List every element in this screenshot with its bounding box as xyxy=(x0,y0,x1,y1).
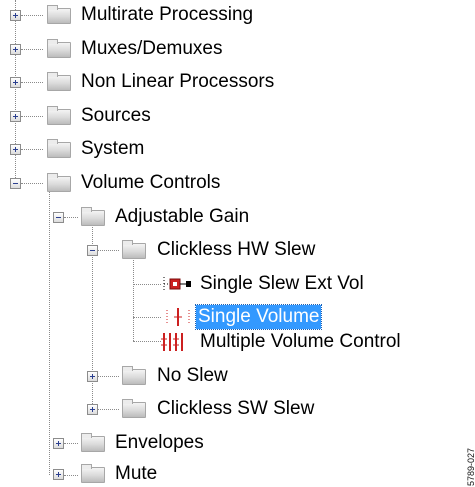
folder-icon xyxy=(47,139,71,158)
expand-plus-icon[interactable] xyxy=(10,44,21,55)
tree-node-muxes-demuxes[interactable]: Muxes/Demuxes xyxy=(0,34,475,64)
tree-node-clickless-hw-slew[interactable]: Clickless HW Slew xyxy=(0,235,475,265)
tree-node-label: Mute xyxy=(115,463,158,484)
tree-node-mute[interactable]: Mute xyxy=(0,457,475,487)
folder-icon xyxy=(81,433,105,452)
tree-node-non-linear-processors[interactable]: Non Linear Processors xyxy=(0,67,475,97)
tree-node-label: Clickless SW Slew xyxy=(157,398,315,419)
tree-node-label: Volume Controls xyxy=(81,172,221,193)
tree-node-sources[interactable]: Sources xyxy=(0,101,475,131)
folder-icon xyxy=(122,399,146,418)
tree-node-no-slew[interactable]: No Slew xyxy=(0,361,475,391)
figure-id-label: 5789-027 xyxy=(466,447,475,486)
tree-node-clickless-sw-slew[interactable]: Clickless SW Slew xyxy=(0,394,475,424)
tree-leaf-multiple-volume-control[interactable]: Multiple Volume Control xyxy=(0,327,475,357)
collapse-minus-icon[interactable] xyxy=(53,212,64,223)
tree-node-label: Envelopes xyxy=(115,432,204,453)
tree-node-label: System xyxy=(81,138,145,159)
collapse-minus-icon[interactable] xyxy=(87,245,98,256)
folder-icon xyxy=(47,5,71,24)
tree-node-label: Multiple Volume Control xyxy=(200,331,401,352)
tree-node-label: Clickless HW Slew xyxy=(157,239,316,260)
folder-icon xyxy=(81,207,105,226)
expand-plus-icon[interactable] xyxy=(53,438,64,449)
folder-icon xyxy=(122,366,146,385)
tree-leaf-single-slew-ext-vol[interactable]: Single Slew Ext Vol xyxy=(0,269,475,299)
multiple-volume-block-icon xyxy=(161,333,185,351)
tree-node-label: Single Slew Ext Vol xyxy=(200,273,364,294)
tree-node-envelopes[interactable]: Envelopes xyxy=(0,428,475,458)
tree-node-label: Adjustable Gain xyxy=(115,206,250,227)
folder-icon xyxy=(47,39,71,58)
expand-plus-icon[interactable] xyxy=(87,404,98,415)
tree-node-multirate-processing[interactable]: Multirate Processing xyxy=(0,0,475,30)
tree-node-label-selected: Single Volume xyxy=(194,304,323,330)
expand-plus-icon[interactable] xyxy=(10,10,21,21)
tree-node-system[interactable]: System xyxy=(0,134,475,164)
tree-node-label: Sources xyxy=(81,105,151,126)
tree-node-label: Multirate Processing xyxy=(81,4,254,25)
folder-icon xyxy=(81,464,105,483)
collapse-minus-icon[interactable] xyxy=(10,178,21,189)
slew-ext-vol-block-icon xyxy=(163,277,191,291)
single-volume-block-icon xyxy=(166,308,190,326)
tree-node-label: No Slew xyxy=(157,365,228,386)
tree-node-adjustable-gain[interactable]: Adjustable Gain xyxy=(0,202,475,232)
expand-plus-icon[interactable] xyxy=(10,111,21,122)
expand-plus-icon[interactable] xyxy=(10,77,21,88)
expand-plus-icon[interactable] xyxy=(10,144,21,155)
folder-icon xyxy=(47,72,71,91)
expand-plus-icon[interactable] xyxy=(87,371,98,382)
tree-node-volume-controls[interactable]: Volume Controls xyxy=(0,168,475,198)
expand-plus-icon[interactable] xyxy=(53,469,64,480)
folder-icon xyxy=(47,173,71,192)
tree-node-label: Muxes/Demuxes xyxy=(81,38,223,59)
module-tree: Multirate Processing Muxes/Demuxes Non L… xyxy=(0,0,475,486)
folder-icon xyxy=(122,240,146,259)
folder-icon xyxy=(47,106,71,125)
tree-node-label: Non Linear Processors xyxy=(81,71,275,92)
